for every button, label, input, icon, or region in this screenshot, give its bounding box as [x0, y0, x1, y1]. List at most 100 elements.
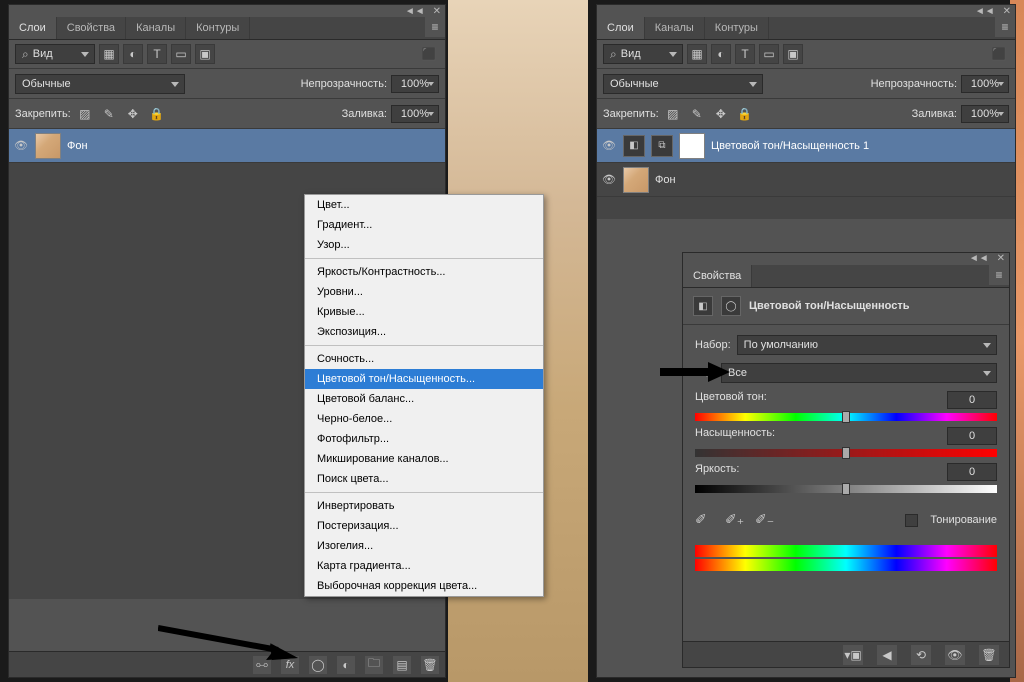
menu-item[interactable]: Поиск цвета...	[305, 469, 543, 489]
lightness-slider[interactable]	[695, 485, 997, 493]
new-group-icon[interactable]: 🗀	[365, 656, 383, 674]
filter-toggle[interactable]: ⬛	[989, 44, 1009, 64]
lock-pixels-icon[interactable]: ✎	[687, 104, 707, 124]
filter-pixel-icon[interactable]: ▦	[99, 44, 119, 64]
tab-properties[interactable]: Свойства	[57, 17, 126, 39]
previous-state-icon[interactable]: ◀	[877, 645, 897, 665]
menu-item[interactable]: Фотофильтр...	[305, 429, 543, 449]
saturation-value[interactable]: 0	[947, 427, 997, 445]
fill-value[interactable]: 100%	[391, 105, 439, 123]
panel-menu-icon[interactable]: ≡	[989, 265, 1009, 285]
filter-shape-icon[interactable]: ▭	[759, 44, 779, 64]
menu-item[interactable]: Выборочная коррекция цвета...	[305, 576, 543, 596]
color-range-select[interactable]: Все	[721, 363, 997, 383]
eyedropper-subtract-icon[interactable]: ✐₋	[755, 511, 773, 529]
collapse-icon[interactable]: ◄◄	[405, 6, 425, 17]
layer-mask-icon[interactable]: ◯	[309, 656, 327, 674]
link-mask-icon[interactable]: ⧉	[651, 135, 673, 157]
layer-filter-kind[interactable]: Вид	[603, 44, 683, 64]
eyedropper-icon[interactable]: ✐	[695, 511, 713, 529]
layer-name[interactable]: Фон	[655, 174, 676, 186]
lock-pixels-icon[interactable]: ✎	[99, 104, 119, 124]
filter-pixel-icon[interactable]: ▦	[687, 44, 707, 64]
fill-value[interactable]: 100%	[961, 105, 1009, 123]
lock-transparency-icon[interactable]: ▨	[75, 104, 95, 124]
clip-to-layer-icon[interactable]: ▾▣	[843, 645, 863, 665]
menu-item[interactable]: Сочность...	[305, 349, 543, 369]
adjustment-layer-icon[interactable]: ◐	[337, 656, 355, 674]
filter-toggle[interactable]: ⬛	[419, 44, 439, 64]
filter-smart-icon[interactable]: ▣	[783, 44, 803, 64]
filter-type-icon[interactable]: T	[735, 44, 755, 64]
opacity-value[interactable]: 100%	[391, 75, 439, 93]
collapse-icon[interactable]: ◄◄	[975, 6, 995, 17]
delete-adjustment-icon[interactable]: 🗑	[979, 645, 999, 665]
tab-layers[interactable]: Слои	[9, 17, 57, 39]
opacity-value[interactable]: 100%	[961, 75, 1009, 93]
menu-item[interactable]: Градиент...	[305, 215, 543, 235]
visibility-toggle[interactable]: 👁	[601, 173, 617, 186]
layer-name[interactable]: Цветовой тон/Насыщенность 1	[711, 140, 869, 152]
menu-item[interactable]: Яркость/Контрастность...	[305, 262, 543, 282]
layer-mask-thumbnail[interactable]	[679, 133, 705, 159]
tab-paths[interactable]: Контуры	[705, 17, 769, 39]
mask-icon[interactable]: ◯	[721, 296, 741, 316]
saturation-slider[interactable]	[695, 449, 997, 457]
layer-row[interactable]: 👁 Фон	[9, 129, 445, 163]
close-icon[interactable]: ✕	[997, 253, 1005, 265]
reset-icon[interactable]: ⟲	[911, 645, 931, 665]
layer-thumbnail[interactable]	[623, 167, 649, 193]
layer-thumbnail[interactable]	[35, 133, 61, 159]
layer-row-adjustment[interactable]: 👁 ◧ ⧉ Цветовой тон/Насыщенность 1	[597, 129, 1015, 163]
eyedropper-add-icon[interactable]: ✐₊	[725, 511, 743, 529]
lightness-value[interactable]: 0	[947, 463, 997, 481]
menu-item[interactable]: Кривые...	[305, 302, 543, 322]
lock-transparency-icon[interactable]: ▨	[663, 104, 683, 124]
menu-item[interactable]: Узор...	[305, 235, 543, 255]
lock-position-icon[interactable]: ✥	[711, 104, 731, 124]
blend-mode-select[interactable]: Обычные	[603, 74, 763, 94]
lock-all-icon[interactable]: 🔒	[147, 104, 167, 124]
panel-menu-icon[interactable]: ≡	[425, 17, 445, 37]
filter-type-icon[interactable]: T	[147, 44, 167, 64]
slider-thumb[interactable]	[842, 447, 850, 459]
filter-shape-icon[interactable]: ▭	[171, 44, 191, 64]
preset-select[interactable]: По умолчанию	[737, 335, 997, 355]
menu-item[interactable]: Микширование каналов...	[305, 449, 543, 469]
hue-slider[interactable]	[695, 413, 997, 421]
slider-thumb[interactable]	[842, 483, 850, 495]
blend-mode-select[interactable]: Обычные	[15, 74, 185, 94]
tab-channels[interactable]: Каналы	[126, 17, 186, 39]
hue-value[interactable]: 0	[947, 391, 997, 409]
menu-item[interactable]: Постеризация...	[305, 516, 543, 536]
filter-adjustment-icon[interactable]: ◐	[711, 44, 731, 64]
menu-item[interactable]: Экспозиция...	[305, 322, 543, 342]
visibility-toggle[interactable]: 👁	[13, 139, 29, 152]
menu-item[interactable]: Черно-белое...	[305, 409, 543, 429]
menu-item[interactable]: Цветовой баланс...	[305, 389, 543, 409]
collapse-icon[interactable]: ◄◄	[969, 253, 989, 265]
menu-item-hue-saturation[interactable]: Цветовой тон/Насыщенность...	[305, 369, 543, 389]
toggle-visibility-icon[interactable]: 👁	[945, 645, 965, 665]
layer-row[interactable]: 👁 Фон	[597, 163, 1015, 197]
filter-adjustment-icon[interactable]: ◐	[123, 44, 143, 64]
new-layer-icon[interactable]: ▤	[393, 656, 411, 674]
layer-name[interactable]: Фон	[67, 140, 88, 152]
colorize-checkbox[interactable]	[905, 514, 918, 527]
tab-channels[interactable]: Каналы	[645, 17, 705, 39]
tab-layers[interactable]: Слои	[597, 17, 645, 39]
panel-menu-icon[interactable]: ≡	[995, 17, 1015, 37]
filter-smart-icon[interactable]: ▣	[195, 44, 215, 64]
menu-item[interactable]: Изогелия...	[305, 536, 543, 556]
delete-layer-icon[interactable]: 🗑	[421, 656, 439, 674]
visibility-toggle[interactable]: 👁	[601, 139, 617, 152]
slider-thumb[interactable]	[842, 411, 850, 423]
menu-item[interactable]: Инвертировать	[305, 496, 543, 516]
adjustment-icon[interactable]: ◧	[623, 135, 645, 157]
tab-properties[interactable]: Свойства	[683, 265, 752, 287]
menu-item[interactable]: Цвет...	[305, 195, 543, 215]
menu-item[interactable]: Карта градиента...	[305, 556, 543, 576]
close-icon[interactable]: ✕	[1003, 6, 1011, 17]
lock-position-icon[interactable]: ✥	[123, 104, 143, 124]
layer-filter-kind[interactable]: Вид	[15, 44, 95, 64]
